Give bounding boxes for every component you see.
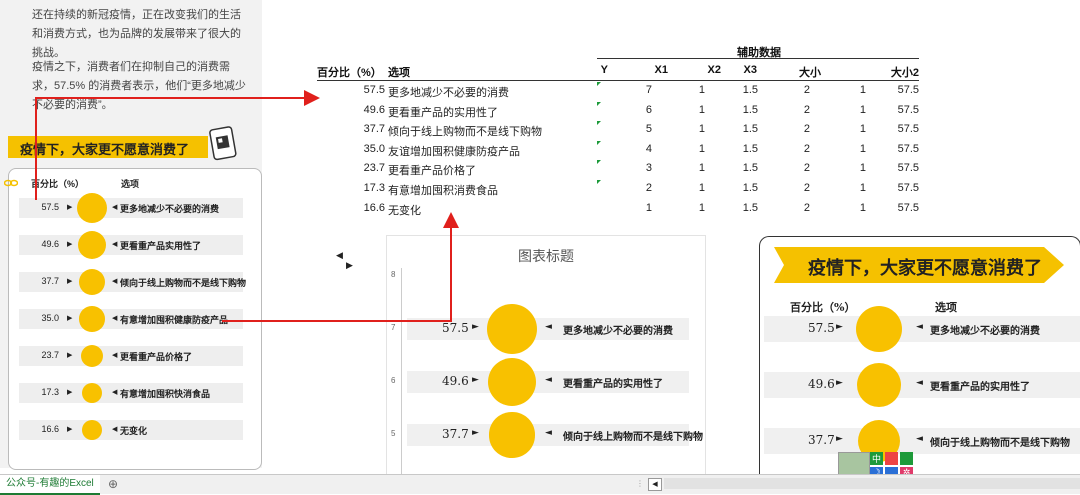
arrow-to-table	[35, 90, 320, 200]
sheet-tab-active[interactable]: 公众号-有趣的Excel	[0, 475, 100, 495]
scroll-left-button[interactable]: ◀	[648, 478, 662, 491]
horizontal-scrollbar[interactable]	[664, 478, 1080, 489]
sheet-tab-bar: 公众号-有趣的Excel ⊕ ⋮ ◀	[0, 474, 1080, 495]
tab-split-handle[interactable]: ⋮	[636, 479, 644, 488]
arrow-to-table-row	[222, 212, 459, 322]
add-sheet-button[interactable]: ⊕	[108, 477, 118, 491]
annotation-arrows	[35, 90, 459, 322]
